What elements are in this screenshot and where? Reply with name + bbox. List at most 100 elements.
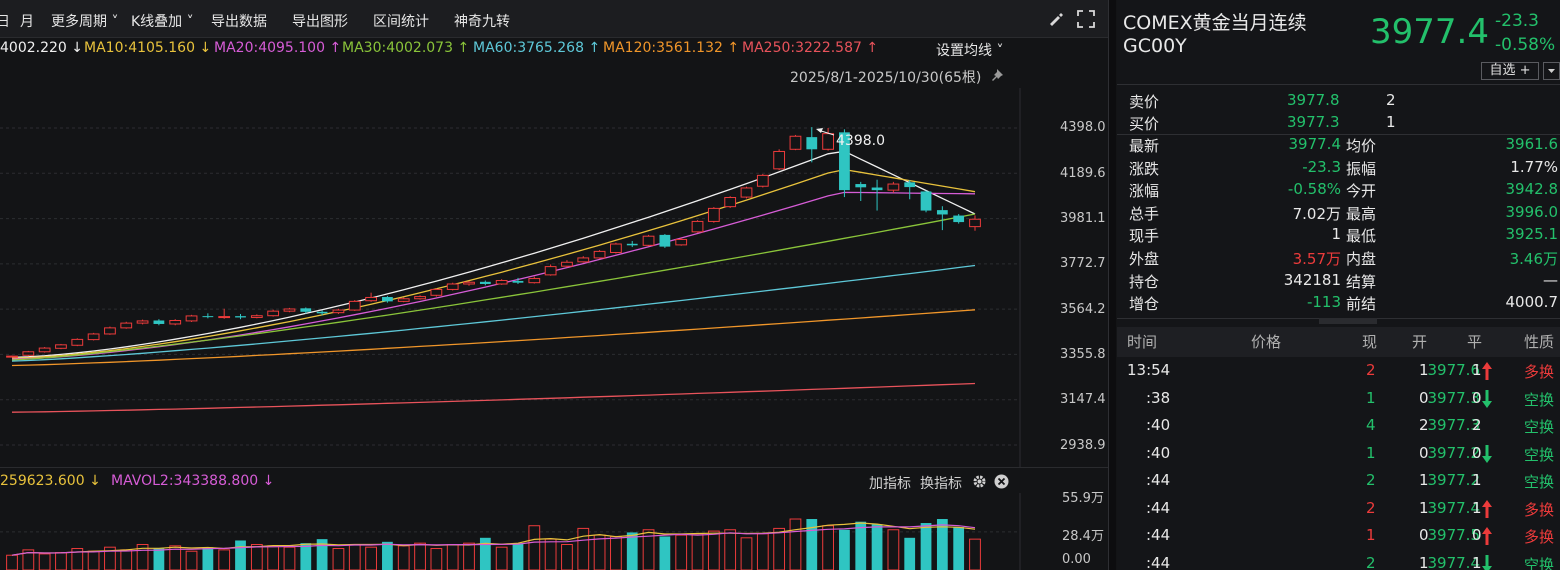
arrow-down-icon (1482, 554, 1492, 570)
volume-bar (267, 545, 280, 570)
watchlist-dropdown[interactable] (1543, 62, 1560, 80)
candle-body (136, 320, 149, 324)
candle-body (332, 309, 345, 314)
fullscreen-icon[interactable] (1077, 10, 1095, 28)
toolbar-more-periods[interactable]: 更多周期 ˅ (51, 11, 118, 31)
ma-settings-button[interactable]: 设置均线 ˅ (936, 40, 1003, 60)
ma-line-ma120 (11, 309, 976, 367)
volume-bar (463, 542, 475, 570)
toolbar-kline-overlay[interactable]: K线叠加 ˅ (131, 11, 194, 31)
ma-line-ma250 (11, 382, 976, 413)
arrow-up-icon (1482, 527, 1492, 545)
draw-tool-icon[interactable] (1047, 11, 1063, 27)
trade-volume: 1 (1366, 443, 1376, 462)
quote-label: 涨跌 (1129, 159, 1160, 178)
quote-row: 增仓 -113 前结 4000.7 (1117, 291, 1560, 313)
candle-body (235, 316, 246, 318)
volume-bar (153, 548, 165, 570)
col-volume: 现 (1362, 333, 1378, 351)
candle-body (185, 315, 198, 322)
volume-bar (953, 527, 965, 570)
trade-row: 13:54 3977.6 2 1 1 多换 (1117, 357, 1560, 385)
quote-value: 3977.4 (1288, 135, 1342, 153)
last-price: 3977.4 (1370, 12, 1489, 52)
volume-bar (871, 524, 883, 570)
add-watchlist-button[interactable]: 自选 + (1481, 62, 1539, 80)
volume-tick: 28.4万 (1062, 529, 1104, 544)
volume-bar (626, 532, 638, 570)
mavol1-value: 259623.600 ↓ (0, 473, 101, 489)
toolbar-period-month[interactable]: 月 (20, 11, 34, 31)
buy-label: 买价 (1129, 115, 1160, 133)
quote-label: 外盘 (1129, 250, 1160, 268)
toolbar-period-day[interactable]: 日 (0, 11, 10, 31)
quote-value: 3.57万 (1292, 250, 1341, 268)
price-tick: 3147.4 (1060, 392, 1106, 407)
candle-body (169, 319, 182, 325)
candle-body (610, 243, 622, 253)
ma-line-ma30 (11, 213, 976, 361)
toolbar-export-data[interactable]: 导出数据 (211, 11, 267, 31)
candle-body (430, 288, 443, 296)
candle-body (316, 311, 328, 314)
quote-value: — (1543, 270, 1558, 289)
candle-body (267, 310, 280, 317)
volume-bar (707, 530, 720, 570)
candle-body (218, 316, 231, 319)
trade-time: :44 (1146, 526, 1171, 544)
candle-body (250, 315, 263, 318)
chevron-down-icon (1548, 69, 1555, 73)
close-icon[interactable] (994, 474, 1009, 489)
collapse-handle[interactable] (1319, 318, 1377, 333)
trade-close: 1 (1472, 361, 1482, 379)
pane-divider (0, 467, 1108, 468)
gear-icon[interactable] (972, 474, 987, 489)
volume-bar (969, 538, 981, 570)
candle-body (463, 281, 475, 285)
volume-bar (87, 550, 100, 570)
trade-time: :44 (1146, 471, 1171, 489)
sell-row: 卖价 3977.8 2 (1117, 89, 1560, 111)
volume-bar (365, 546, 377, 570)
toolbar-range-stats[interactable]: 区间统计 (373, 11, 429, 31)
trade-nature: 空换 (1524, 390, 1555, 409)
quote-value: 3925.1 (1505, 225, 1559, 244)
pin-icon[interactable] (992, 68, 1006, 82)
sell-qty: 2 (1386, 91, 1396, 109)
volume-chart[interactable] (0, 493, 1108, 570)
quote-value: 3.46万 (1509, 250, 1558, 268)
price-chart[interactable] (0, 88, 1108, 468)
volume-bar (495, 546, 508, 570)
candle-body (822, 133, 834, 150)
trade-close: 1 (1472, 471, 1482, 489)
candle-body (38, 347, 51, 353)
candle-body (789, 135, 802, 150)
quote-label: 持仓 (1129, 272, 1160, 291)
volume-axis: 55.9万 28.4万 0.00 (1020, 486, 1108, 570)
volume-bar (773, 527, 786, 570)
toolbar-magic-nine[interactable]: 神奇九转 (454, 11, 510, 31)
volume-bar (414, 542, 426, 570)
volume-bar (250, 544, 263, 570)
volume-bar (185, 550, 198, 570)
volume-bar (430, 548, 443, 570)
switch-indicator-button[interactable]: 换指标 (920, 473, 962, 493)
trade-close: 0 (1472, 388, 1482, 407)
mavol2-value: MAVOL2:343388.800 ↓ (111, 473, 275, 489)
add-indicator-button[interactable]: 加指标 (869, 473, 911, 493)
price-axis: 4398.0 4189.6 3981.1 3772.7 3564.2 3355.… (1020, 88, 1108, 468)
quote-label: 振幅 (1346, 159, 1377, 178)
volume-bar (300, 543, 312, 570)
quote-label: 总手 (1129, 204, 1160, 223)
candle-body (104, 327, 116, 335)
trade-row: :44 3977.2 2 1 1 空换 (1117, 467, 1560, 495)
candle-body (71, 338, 84, 346)
arrow-down-icon (1482, 389, 1492, 408)
volume-bar (789, 518, 802, 570)
candle-body (969, 218, 981, 228)
col-price: 价格 (1251, 333, 1282, 351)
trade-nature: 空换 (1524, 418, 1555, 436)
candle-body (920, 191, 932, 211)
quote-value: 4000.7 (1505, 293, 1559, 312)
toolbar-export-graph[interactable]: 导出图形 (292, 11, 348, 31)
